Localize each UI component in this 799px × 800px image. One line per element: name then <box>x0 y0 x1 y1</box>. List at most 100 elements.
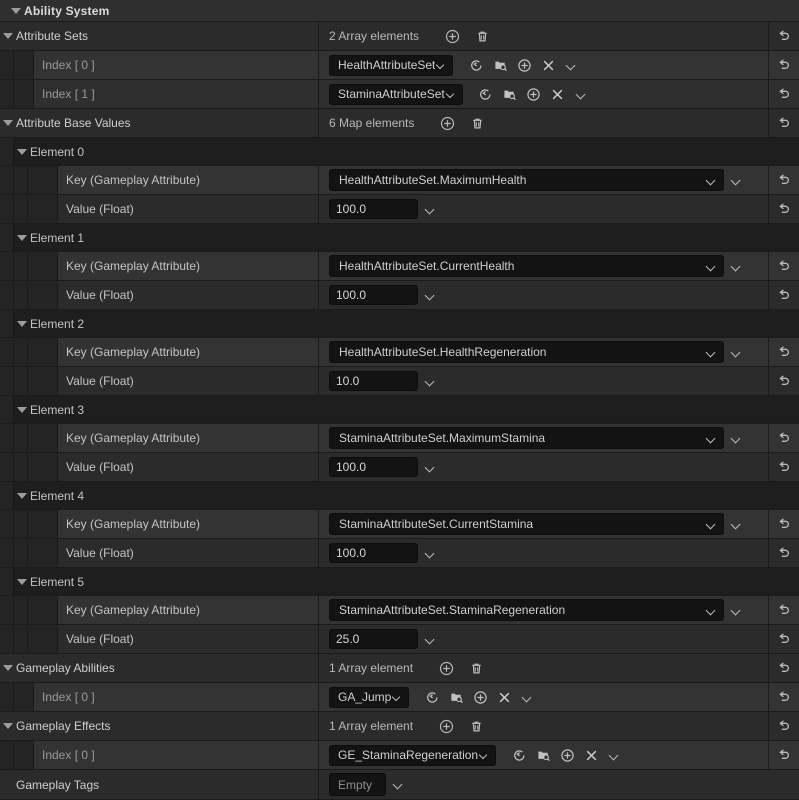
property-row-gameplay-tags[interactable]: Gameplay Tags Empty <box>0 770 799 800</box>
chevron-down-icon[interactable] <box>730 174 743 187</box>
revert-to-default-button[interactable] <box>768 338 799 366</box>
revert-to-default-button[interactable] <box>768 51 799 79</box>
gameplay-attribute-combo[interactable]: HealthAttributeSet.CurrentHealth <box>329 255 724 277</box>
map-key-row[interactable]: Key (Gameplay Attribute) StaminaAttribute… <box>0 510 799 539</box>
float-value-input[interactable]: 10.0 <box>329 371 418 391</box>
add-element-button[interactable] <box>441 25 463 47</box>
revert-to-default-button[interactable] <box>768 109 799 137</box>
expand-triangle-icon[interactable] <box>14 224 30 251</box>
map-value-row[interactable]: Value (Float) 100.0 <box>0 539 799 568</box>
array-item-row[interactable]: Index [ 1 ] StaminaAttributeSet <box>0 80 799 109</box>
map-element-header-row[interactable]: Element 1 <box>0 224 799 252</box>
chevron-down-icon[interactable] <box>478 749 491 762</box>
chevron-down-icon[interactable] <box>705 346 718 359</box>
browse-content-icon[interactable] <box>499 83 521 105</box>
chevron-down-icon[interactable] <box>565 59 578 72</box>
map-element-header-row[interactable]: Element 4 <box>0 482 799 510</box>
chevron-down-icon[interactable] <box>575 88 588 101</box>
map-key-row[interactable]: Key (Gameplay Attribute) HealthAttributeS… <box>0 338 799 367</box>
revert-to-default-button[interactable] <box>768 654 799 682</box>
chevron-down-icon[interactable] <box>391 691 404 704</box>
gameplay-attribute-combo[interactable]: StaminaAttributeSet.StaminaRegeneration <box>329 599 724 621</box>
gameplay-tags-combo[interactable]: Empty <box>329 773 386 796</box>
delete-all-elements-button[interactable] <box>466 112 488 134</box>
map-key-row[interactable]: Key (Gameplay Attribute) StaminaAttribute… <box>0 424 799 453</box>
add-element-button[interactable] <box>436 112 458 134</box>
clear-asset-icon[interactable] <box>580 744 602 766</box>
revert-to-default-button[interactable] <box>768 424 799 452</box>
browse-to-asset-icon[interactable] <box>475 83 497 105</box>
browse-content-icon[interactable] <box>489 54 511 76</box>
use-selected-asset-icon[interactable] <box>513 54 535 76</box>
map-element-header-row[interactable]: Element 2 <box>0 310 799 338</box>
map-value-row[interactable]: Value (Float) 100.0 <box>0 453 799 482</box>
gameplay-attribute-combo[interactable]: HealthAttributeSet.MaximumHealth <box>329 169 724 191</box>
chevron-down-icon[interactable] <box>435 59 448 72</box>
property-row-gameplay-abilities[interactable]: Gameplay Abilities 1 Array element <box>0 654 799 683</box>
asset-picker-combo[interactable]: GE_StaminaRegeneration <box>329 744 497 766</box>
revert-to-default-button[interactable] <box>768 80 799 108</box>
map-element-header-row[interactable]: Element 5 <box>0 568 799 596</box>
expand-triangle-icon[interactable] <box>0 22 16 50</box>
chevron-down-icon[interactable] <box>705 260 718 273</box>
map-value-row[interactable]: Value (Float) 10.0 <box>0 367 799 396</box>
revert-to-default-button[interactable] <box>768 281 799 309</box>
revert-to-default-button[interactable] <box>768 539 799 567</box>
float-value-input[interactable]: 100.0 <box>329 457 418 477</box>
asset-picker-combo[interactable]: GA_Jump <box>329 686 410 708</box>
revert-to-default-button[interactable] <box>768 166 799 194</box>
clear-asset-icon[interactable] <box>493 686 515 708</box>
browse-content-icon[interactable] <box>532 744 554 766</box>
array-item-row[interactable]: Index [ 0 ] GE_StaminaRegeneration <box>0 741 799 770</box>
expand-triangle-icon[interactable] <box>0 109 16 137</box>
chevron-down-icon[interactable] <box>424 375 437 388</box>
gameplay-attribute-combo[interactable]: StaminaAttributeSet.MaximumStamina <box>329 427 724 449</box>
expand-triangle-icon[interactable] <box>14 482 30 509</box>
chevron-down-icon[interactable] <box>730 518 743 531</box>
clear-asset-icon[interactable] <box>547 83 569 105</box>
asset-picker-combo[interactable]: StaminaAttributeSet <box>329 83 463 105</box>
map-key-row[interactable]: Key (Gameplay Attribute) HealthAttributeS… <box>0 252 799 281</box>
float-value-input[interactable]: 25.0 <box>329 629 418 649</box>
revert-to-default-button[interactable] <box>768 22 799 50</box>
gameplay-attribute-combo[interactable]: HealthAttributeSet.HealthRegeneration <box>329 341 724 363</box>
revert-to-default-button[interactable] <box>768 625 799 653</box>
expand-triangle-icon[interactable] <box>14 568 30 595</box>
browse-content-icon[interactable] <box>445 686 467 708</box>
chevron-down-icon[interactable] <box>730 346 743 359</box>
map-key-row[interactable]: Key (Gameplay Attribute) HealthAttributeS… <box>0 166 799 195</box>
chevron-down-icon[interactable] <box>392 778 405 791</box>
float-value-input[interactable]: 100.0 <box>329 285 418 305</box>
delete-all-elements-button[interactable] <box>465 715 487 737</box>
delete-all-elements-button[interactable] <box>471 25 493 47</box>
expand-triangle-icon[interactable] <box>0 712 16 740</box>
map-value-row[interactable]: Value (Float) 100.0 <box>0 281 799 310</box>
chevron-down-icon[interactable] <box>608 749 621 762</box>
revert-to-default-button[interactable] <box>768 510 799 538</box>
expand-triangle-icon[interactable] <box>14 138 30 165</box>
browse-to-asset-icon[interactable] <box>465 54 487 76</box>
chevron-down-icon[interactable] <box>424 203 437 216</box>
chevron-down-icon[interactable] <box>705 604 718 617</box>
revert-to-default-button[interactable] <box>768 712 799 740</box>
chevron-down-icon[interactable] <box>445 88 458 101</box>
chevron-down-icon[interactable] <box>521 691 534 704</box>
map-key-row[interactable]: Key (Gameplay Attribute) StaminaAttribute… <box>0 596 799 625</box>
chevron-down-icon[interactable] <box>730 432 743 445</box>
add-element-button[interactable] <box>435 715 457 737</box>
array-item-row[interactable]: Index [ 0 ] HealthAttributeSet <box>0 51 799 80</box>
delete-all-elements-button[interactable] <box>465 657 487 679</box>
chevron-down-icon[interactable] <box>424 289 437 302</box>
chevron-down-icon[interactable] <box>424 633 437 646</box>
map-element-header-row[interactable]: Element 3 <box>0 396 799 424</box>
gameplay-attribute-combo[interactable]: StaminaAttributeSet.CurrentStamina <box>329 513 724 535</box>
revert-to-default-button[interactable] <box>768 683 799 711</box>
array-item-row[interactable]: Index [ 0 ] GA_Jump <box>0 683 799 712</box>
property-row-attribute-base-values[interactable]: Attribute Base Values 6 Map elements <box>0 109 799 138</box>
chevron-down-icon[interactable] <box>705 518 718 531</box>
asset-picker-combo[interactable]: HealthAttributeSet <box>329 54 454 76</box>
chevron-down-icon[interactable] <box>730 604 743 617</box>
map-value-row[interactable]: Value (Float) 25.0 <box>0 625 799 654</box>
add-element-button[interactable] <box>435 657 457 679</box>
expand-triangle-icon[interactable] <box>0 654 16 682</box>
